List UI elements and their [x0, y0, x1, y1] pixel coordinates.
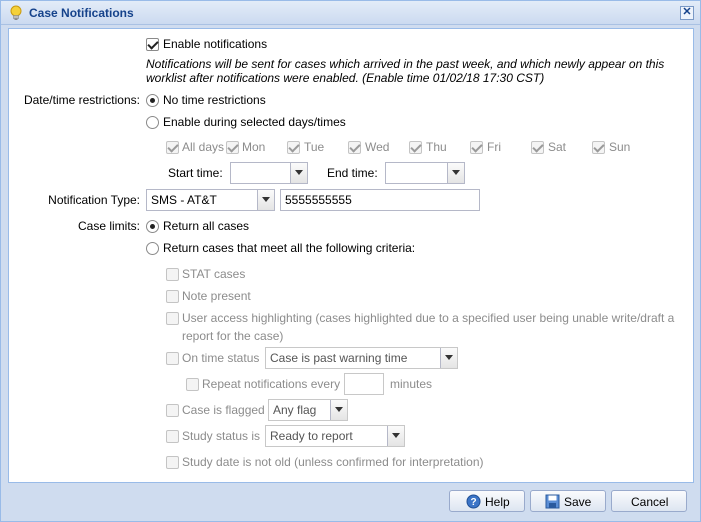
study-status-combo[interactable]: Ready to report [265, 425, 405, 447]
day-sun-checkbox[interactable] [592, 141, 605, 154]
enable-notifications-label: Enable notifications [163, 37, 268, 51]
notification-type-value: SMS - AT&T [151, 193, 217, 207]
case-flagged-checkbox[interactable] [166, 404, 179, 417]
enable-note-line1: Notifications will be sent for cases whi… [146, 57, 665, 71]
day-wed-checkbox[interactable] [348, 141, 361, 154]
chevron-down-icon[interactable] [290, 163, 307, 183]
minutes-label: minutes [390, 377, 433, 391]
day-thu-checkbox[interactable] [409, 141, 422, 154]
save-label: Save [564, 495, 592, 509]
enable-notifications-checkbox[interactable] [146, 38, 159, 51]
day-mon-label: Mon [242, 140, 266, 154]
on-time-status-value: Case is past warning time [270, 351, 408, 365]
title-bar[interactable]: Case Notifications ✕ [1, 1, 700, 25]
user-access-checkbox[interactable] [166, 312, 179, 325]
on-time-status-combo[interactable]: Case is past warning time [265, 347, 458, 369]
day-thu-label: Thu [426, 140, 447, 154]
repeat-notifications-checkbox[interactable] [186, 378, 199, 391]
notification-type-combo[interactable]: SMS - AT&T [146, 189, 275, 211]
study-status-value: Ready to report [270, 429, 353, 443]
help-label: Help [485, 495, 510, 509]
chevron-down-icon[interactable] [257, 190, 274, 210]
flag-value: Any flag [273, 403, 317, 417]
cancel-button[interactable]: Cancel [611, 490, 687, 512]
dialog-body: Enable notifications Notifications will … [8, 28, 694, 483]
help-button[interactable]: ? Help [449, 490, 525, 512]
start-time-combo[interactable] [230, 162, 308, 184]
case-flagged-label: Case is flagged [182, 403, 265, 417]
chevron-down-icon[interactable] [447, 163, 464, 183]
selected-days-label: Enable during selected days/times [163, 115, 346, 129]
day-sat-checkbox[interactable] [531, 141, 544, 154]
stat-cases-label: STAT cases [182, 267, 246, 281]
repeat-minutes-input[interactable] [344, 373, 384, 395]
dialog-title: Case Notifications [29, 6, 134, 20]
selected-days-radio[interactable] [146, 116, 159, 129]
all-days-checkbox[interactable] [166, 141, 179, 154]
day-fri-checkbox[interactable] [470, 141, 483, 154]
day-wed-label: Wed [365, 140, 390, 154]
study-date-label: Study date is not old (unless confirmed … [182, 455, 484, 469]
return-all-radio[interactable] [146, 220, 159, 233]
day-tue-checkbox[interactable] [287, 141, 300, 154]
stat-cases-checkbox[interactable] [166, 268, 179, 281]
study-status-checkbox[interactable] [166, 430, 179, 443]
day-sat-label: Sat [548, 140, 567, 154]
day-fri-label: Fri [487, 140, 501, 154]
datetime-restrictions-label: Date/time restrictions: [23, 93, 140, 107]
help-icon: ? [466, 494, 481, 509]
end-time-label: End time: [327, 166, 378, 180]
repeat-notifications-label: Repeat notifications every [202, 377, 341, 391]
all-days-label: All days [182, 140, 225, 154]
study-status-label: Study status is [182, 429, 261, 443]
case-notifications-dialog: Case Notifications ✕ Enable notification… [0, 0, 701, 522]
note-present-checkbox[interactable] [166, 290, 179, 303]
svg-text:?: ? [470, 497, 476, 508]
no-time-restrictions-label: No time restrictions [163, 93, 266, 107]
notification-type-label: Notification Type: [48, 193, 140, 207]
start-time-label: Start time: [168, 166, 223, 180]
return-all-label: Return all cases [163, 219, 250, 233]
enable-note-line2: worklist after notifications were enable… [146, 71, 545, 85]
cancel-label: Cancel [631, 495, 669, 509]
day-tue-label: Tue [304, 140, 325, 154]
study-date-checkbox[interactable] [166, 456, 179, 469]
save-button[interactable]: Save [530, 490, 606, 512]
lightbulb-icon [10, 5, 22, 20]
note-present-label: Note present [182, 289, 251, 303]
on-time-status-label: On time status [182, 351, 260, 365]
case-limits-label: Case limits: [77, 219, 140, 233]
day-mon-checkbox[interactable] [226, 141, 239, 154]
close-button[interactable]: ✕ [680, 6, 694, 20]
user-access-label-line2: report for the case) [182, 329, 284, 343]
chevron-down-icon[interactable] [387, 426, 404, 446]
day-sun-label: Sun [609, 140, 631, 154]
end-time-combo[interactable] [385, 162, 465, 184]
user-access-label-line1: User access highlighting (cases highligh… [182, 311, 675, 325]
on-time-status-checkbox[interactable] [166, 352, 179, 365]
save-icon [545, 494, 560, 509]
phone-number-input[interactable]: 5555555555 [280, 189, 480, 211]
return-criteria-radio[interactable] [146, 242, 159, 255]
return-criteria-label: Return cases that meet all the following… [163, 241, 416, 255]
chevron-down-icon[interactable] [330, 400, 347, 420]
chevron-down-icon[interactable] [440, 348, 457, 368]
no-time-restrictions-radio[interactable] [146, 94, 159, 107]
flag-combo[interactable]: Any flag [268, 399, 348, 421]
